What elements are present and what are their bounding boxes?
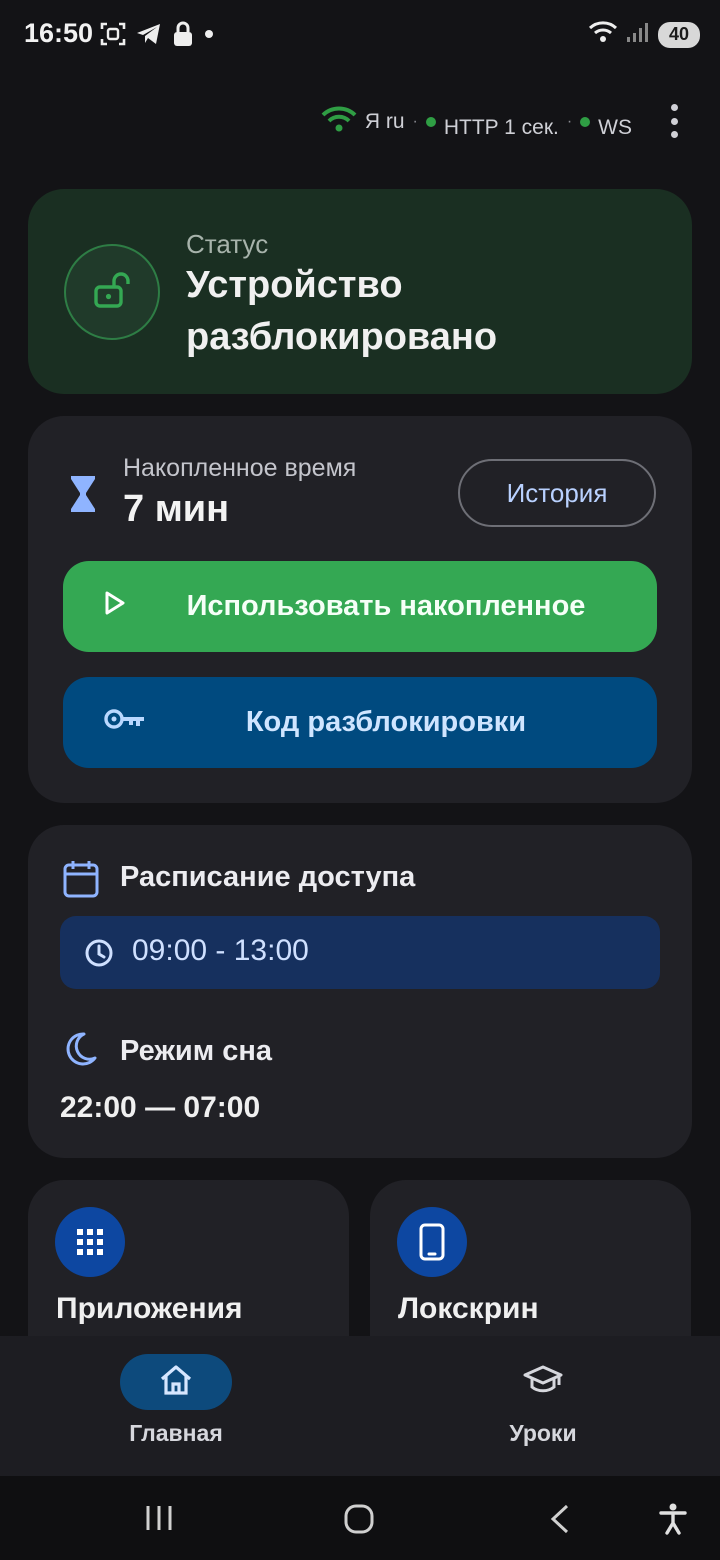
access-schedule-card: Расписание доступа 09:00 - 13:00 Режим с… xyxy=(28,825,692,1158)
accessibility-icon[interactable] xyxy=(658,1503,688,1540)
nav-lessons[interactable]: Уроки xyxy=(443,1354,643,1447)
lockscreen-tile-label: Локскрин xyxy=(398,1292,539,1325)
play-icon xyxy=(103,590,127,624)
lock-status-icon xyxy=(172,21,194,47)
separator: · xyxy=(566,113,573,130)
calendar-icon xyxy=(62,859,100,904)
clock-time: 16:50 xyxy=(24,18,94,48)
accumulated-time-value: 7 мин xyxy=(123,488,230,530)
use-accumulated-button[interactable]: Использовать накопленное xyxy=(63,561,657,652)
apps-tile[interactable]: Приложения xyxy=(28,1180,349,1360)
menu-dot xyxy=(670,117,678,125)
connection-status-row: Я ru · HTTP 1 сек. · WS xyxy=(321,104,632,140)
schedule-title: Расписание доступа xyxy=(120,861,416,893)
screenshot-icon xyxy=(100,21,126,47)
unlock-code-button[interactable]: Код разблокировки xyxy=(63,677,657,768)
moon-icon xyxy=(62,1031,98,1072)
battery-indicator: 40 xyxy=(658,21,700,48)
http-indicator: HTTP 1 сек. xyxy=(443,116,559,139)
sleep-mode-range: 22:00 — 07:00 xyxy=(60,1091,261,1124)
language-indicator: Я ru xyxy=(364,110,405,133)
apps-grid-icon xyxy=(55,1207,125,1277)
system-status-bar: 16:50 40 xyxy=(0,0,720,70)
wifi-green-icon xyxy=(321,105,357,139)
wifi-icon xyxy=(588,20,618,49)
apps-tile-label: Приложения xyxy=(56,1292,243,1325)
menu-dot xyxy=(670,131,678,138)
unlock-icon xyxy=(92,270,132,315)
nav-lessons-pill xyxy=(487,1354,599,1410)
clock-icon xyxy=(84,938,114,973)
ws-status-dot xyxy=(580,117,591,127)
bottom-navigation: Главная Уроки xyxy=(0,1336,720,1476)
separator: · xyxy=(412,113,418,130)
history-button[interactable]: История xyxy=(458,459,656,527)
unlocked-badge xyxy=(64,244,160,340)
lockscreen-tile[interactable]: Локскрин xyxy=(370,1180,691,1360)
nav-home[interactable]: Главная xyxy=(76,1354,276,1447)
sleep-mode-title: Режим сна xyxy=(120,1035,273,1067)
unlock-code-label: Код разблокировки xyxy=(245,706,527,738)
status-card: Статус Устройство разблокировано xyxy=(28,189,692,394)
schedule-slot[interactable]: 09:00 - 13:00 xyxy=(60,916,660,989)
key-icon xyxy=(103,706,147,740)
hourglass-icon xyxy=(70,474,96,519)
back-button[interactable] xyxy=(548,1503,572,1540)
http-status-dot xyxy=(425,117,436,127)
dot-icon xyxy=(204,29,214,39)
nav-home-label: Главная xyxy=(129,1420,223,1446)
phone-icon xyxy=(397,1207,467,1277)
accumulated-time-label: Накопленное время xyxy=(123,454,357,482)
system-indicators: 40 xyxy=(588,20,700,49)
home-button[interactable] xyxy=(343,1503,375,1540)
schedule-slot-time: 09:00 - 13:00 xyxy=(132,934,309,967)
signal-icon xyxy=(626,20,650,49)
graduation-cap-icon xyxy=(523,1364,563,1401)
status-value: Устройство разблокировано xyxy=(186,264,498,358)
use-accumulated-label: Использовать накопленное xyxy=(186,590,586,622)
home-icon xyxy=(159,1364,193,1401)
ws-indicator: WS xyxy=(598,116,632,139)
overflow-menu-button[interactable] xyxy=(664,104,684,138)
nav-home-pill xyxy=(120,1354,232,1410)
notification-icons xyxy=(100,21,214,47)
system-navigation-bar xyxy=(0,1476,720,1560)
accumulated-time-card: Накопленное время 7 мин История Использо… xyxy=(28,416,692,803)
status-label: Статус xyxy=(186,229,269,259)
nav-lessons-label: Уроки xyxy=(509,1420,577,1446)
telegram-icon xyxy=(136,22,162,46)
menu-dot xyxy=(670,104,678,111)
recents-button[interactable] xyxy=(144,1503,174,1538)
